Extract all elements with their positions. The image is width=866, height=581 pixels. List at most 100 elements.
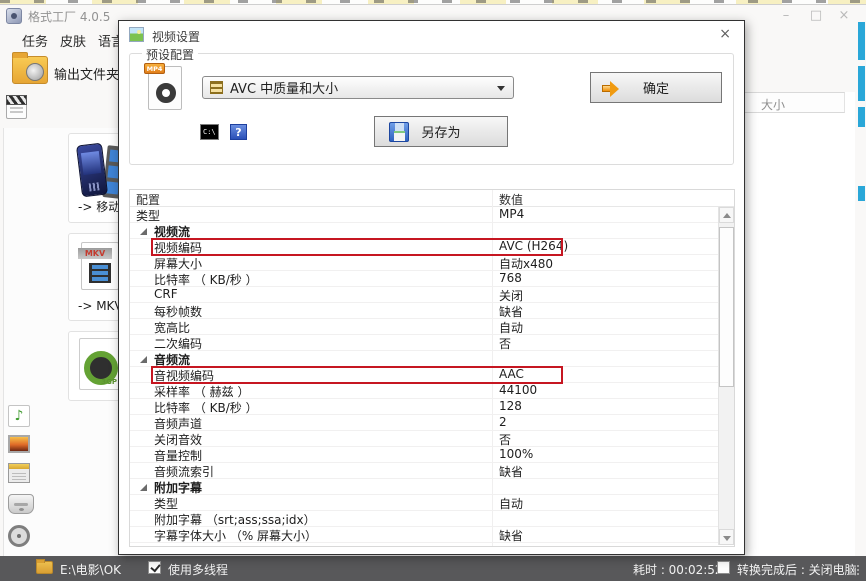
menu-skin[interactable]: 皮肤 — [60, 31, 86, 50]
setting-label: 屏幕大小 — [154, 255, 202, 272]
setting-label: 类型 — [154, 495, 178, 512]
table-row[interactable]: 关闭音效 否 — [130, 431, 718, 447]
setting-label: 采样率 （ 赫兹 ） — [154, 383, 249, 400]
table-row[interactable]: 类型 自动 — [130, 495, 718, 511]
menu-task[interactable]: 任务 — [22, 31, 48, 50]
value-column-header: 数值 — [499, 191, 523, 208]
collapse-triangle-icon[interactable] — [140, 356, 147, 363]
audio-tab-icon[interactable]: ♪ — [8, 405, 30, 427]
background-blue-edge — [858, 107, 865, 127]
resize-grip[interactable] — [849, 565, 851, 567]
dialog-close-icon[interactable]: × — [719, 26, 731, 42]
setting-value: 44100 — [499, 383, 537, 397]
table-row[interactable]: 宽高比 自动 — [130, 319, 718, 335]
multithread-checkbox[interactable] — [148, 561, 161, 574]
scroll-down-icon[interactable] — [719, 529, 734, 545]
card-label: -> MKV — [78, 299, 123, 313]
scrollbar-thumb[interactable] — [719, 227, 734, 387]
background-blue-edge — [858, 22, 865, 60]
picture-tab-icon[interactable] — [8, 435, 30, 453]
table-row[interactable]: 采样率 （ 赫兹 ） 44100 — [130, 383, 718, 399]
screen: 格式工厂 4.0.5 – □ × 任务 皮肤 语言 输出文件夹 -> 移动设备 … — [0, 0, 866, 581]
setting-label: 二次编码 — [154, 335, 202, 352]
table-row[interactable]: 附加字幕 — [130, 479, 718, 495]
setting-value: 关闭 — [499, 287, 523, 304]
setting-label: 音频流索引 — [154, 463, 214, 480]
video-settings-dialog: 视频设置 × 预设配置 MP4 AVC 中质量和大小 确定 C:\ ? 另存为 — [118, 20, 745, 555]
dialog-picture-icon — [129, 27, 144, 42]
preset-select[interactable]: AVC 中质量和大小 — [202, 76, 514, 99]
table-header: 配置 数值 — [130, 190, 734, 207]
setting-value: 缺省 — [499, 463, 523, 480]
setting-label: 音量控制 — [154, 447, 202, 464]
cdrom-tab-icon[interactable] — [8, 494, 34, 514]
command-line-icon[interactable]: C:\ — [200, 124, 219, 140]
floppy-disk-icon — [389, 122, 409, 142]
table-scrollbar[interactable] — [718, 207, 734, 545]
table-row[interactable]: 类型 MP4 — [130, 207, 718, 223]
help-icon[interactable]: ? — [230, 124, 247, 140]
collapse-triangle-icon[interactable] — [140, 228, 147, 235]
table-row[interactable]: 音视频编码 AAC — [130, 367, 718, 383]
multithread-label[interactable]: 使用多线程 — [168, 561, 228, 578]
shutdown-after-checkbox[interactable] — [717, 561, 730, 574]
table-row[interactable]: 附加字幕 （srt;ass;ssa;idx） — [130, 511, 718, 527]
table-row[interactable]: CRF 关闭 — [130, 287, 718, 303]
setting-label: CRF — [154, 287, 178, 301]
elapsed-time: 耗时 : 00:02:52 — [633, 561, 723, 578]
scroll-up-icon[interactable] — [719, 207, 734, 223]
minimize-button[interactable]: – — [776, 8, 796, 23]
table-row[interactable]: 二次编码 否 — [130, 335, 718, 351]
film-icon — [210, 81, 223, 94]
app-logo-icon — [6, 8, 22, 24]
settings-table-body: 类型 MP4 视频流 视频编码 AVC (H264) 屏幕大小 自动x480 比… — [130, 207, 718, 543]
setting-label: 比特率 （ KB/秒 ） — [154, 399, 258, 416]
table-row[interactable]: 音频流 — [130, 351, 718, 367]
setting-value: 自动x480 — [499, 255, 553, 272]
table-row[interactable]: 视频编码 AVC (H264) — [130, 239, 718, 255]
mkv-file-icon: MKV — [81, 242, 119, 290]
setting-label: 音频声道 — [154, 415, 202, 432]
setting-value: 2 — [499, 415, 507, 429]
3gp-file-icon — [79, 338, 121, 390]
table-row[interactable]: 比特率 （ KB/秒 ） 768 — [130, 271, 718, 287]
setting-label: 比特率 （ KB/秒 ） — [154, 271, 258, 288]
film-reel-tab-icon[interactable] — [8, 525, 30, 547]
output-path[interactable]: E:\电影\OK — [60, 561, 121, 578]
collapse-triangle-icon[interactable] — [140, 484, 147, 491]
table-row[interactable]: 每秒帧数 缺省 — [130, 303, 718, 319]
table-row[interactable]: 视频流 — [130, 223, 718, 239]
after-convert-label[interactable]: 转换完成后 : 关闭电脑 — [737, 561, 857, 578]
preset-selected-value: AVC 中质量和大小 — [230, 78, 338, 97]
output-path-folder-icon[interactable] — [36, 561, 53, 574]
maximize-button[interactable]: □ — [806, 8, 826, 23]
video-tab-icon[interactable] — [6, 95, 27, 119]
table-row[interactable]: 屏幕大小 自动x480 — [130, 255, 718, 271]
setting-value: 768 — [499, 271, 522, 285]
output-folder-label: 输出文件夹 — [54, 64, 119, 83]
preset-group-label: 预设配置 — [142, 46, 198, 63]
table-row[interactable]: 音频流索引 缺省 — [130, 463, 718, 479]
table-row[interactable]: 音频声道 2 — [130, 415, 718, 431]
setting-label: 类型 — [136, 207, 160, 224]
dialog-title: 视频设置 — [152, 28, 200, 45]
table-row[interactable]: 音量控制 100% — [130, 447, 718, 463]
save-as-button[interactable]: 另存为 — [374, 116, 508, 147]
ok-arrow-icon — [602, 81, 619, 96]
background-app-strip — [0, 0, 866, 5]
size-column-header[interactable]: 大小 — [745, 92, 845, 113]
output-folder-button[interactable]: 输出文件夹 — [10, 54, 122, 90]
table-row[interactable]: 比特率 （ KB/秒 ） 128 — [130, 399, 718, 415]
folder-icon — [12, 56, 48, 84]
setting-label: 关闭音效 — [154, 431, 202, 448]
ok-button[interactable]: 确定 — [590, 72, 722, 103]
table-row[interactable]: 字幕字体大小 （% 屏幕大小） 缺省 — [130, 527, 718, 543]
background-blue-edge — [858, 186, 865, 201]
mobile-device-icon — [77, 144, 123, 202]
setting-value: 缺省 — [499, 303, 523, 320]
document-tab-icon[interactable] — [8, 463, 30, 483]
close-button[interactable]: × — [834, 8, 854, 23]
setting-value: 100% — [499, 447, 533, 461]
setting-value: 否 — [499, 335, 511, 352]
background-blue-edge — [858, 66, 865, 101]
